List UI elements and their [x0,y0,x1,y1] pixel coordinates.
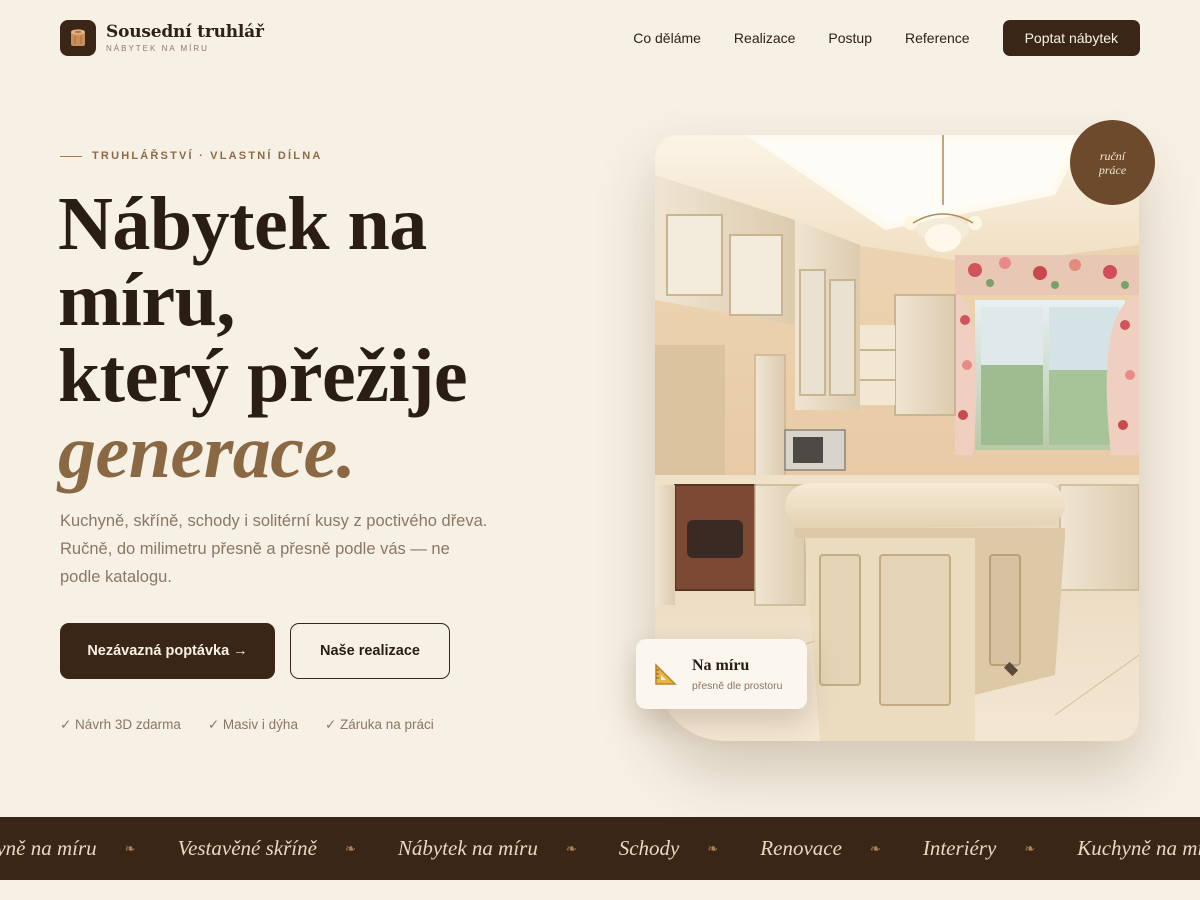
feature-item: ✓ Záruka na práci [324,717,434,732]
nav-link-postup[interactable]: Postup [828,30,872,46]
hero-lead: Kuchyně, skříně, schody i solitérní kusy… [60,512,488,586]
inquiry-button[interactable]: Nezávazná poptávka → [60,623,275,679]
triangle-ruler-icon [655,663,677,685]
nav-link-reference[interactable]: Reference [905,30,970,46]
made-to-measure-card: Na míru přesně dle prostoru [636,639,807,709]
wood-log-icon [60,20,96,56]
marquee-item: Nábytek na míru [397,836,538,860]
feature-item: ✓ Masiv i dýha [207,717,298,732]
marquee-item: Interiéry [922,836,997,860]
hero-title-line-2: míru, [58,258,235,342]
hero-title: Nábytek na míru, který přežije generace. [58,182,468,494]
main-nav: Co děláme Realizace Postup Reference Pop… [633,20,1140,56]
eyebrow-text: TRUHLÁŘSTVÍ · VLASTNÍ DÍLNA [92,150,323,162]
leaf-separator-icon: ❧ [707,840,719,856]
nav-link-co-delame[interactable]: Co děláme [633,30,701,46]
hero-title-accent: generace. [58,410,356,494]
marquee-track: Kuchyně na míru ❧ Vestavěné skříně ❧ Náb… [0,817,1200,880]
brand-name: Sousední truhlář [106,22,264,42]
feature-item: ✓ Návrh 3D zdarma [60,717,181,732]
hero-title-line-3: který přežije [58,334,468,418]
hero-eyebrow: TRUHLÁŘSTVÍ · VLASTNÍ DÍLNA [60,150,323,162]
marquee-item: Kuchyně na míru [0,836,97,860]
leaf-separator-icon: ❧ [565,840,577,856]
nav-link-realizace[interactable]: Realizace [734,30,795,46]
feature-list: ✓ Návrh 3D zdarma ✓ Masiv i dýha ✓ Záruk… [60,717,434,733]
badge-line-2: práce [1098,162,1127,177]
leaf-separator-icon: ❧ [124,840,136,856]
leaf-separator-icon: ❧ [1024,840,1036,856]
eyebrow-divider [60,155,82,157]
marquee-item: Renovace [760,836,842,860]
brand[interactable]: Sousední truhlář NÁBYTEK NA MÍRU [60,20,264,56]
marquee-item: Kuchyně na míru [1077,836,1200,860]
leaf-separator-icon: ❧ [869,840,881,856]
services-marquee: Kuchyně na míru ❧ Vestavěné skříně ❧ Náb… [0,817,1200,880]
badge-line-1: ruční [1099,148,1126,163]
card-title: Na míru [692,657,750,674]
handmade-badge: ruční práce [1070,120,1155,205]
site-header: Sousední truhlář NÁBYTEK NA MÍRU Co dělá… [60,19,1140,57]
hero-title-line-1: Nábytek na [58,182,427,266]
leaf-separator-icon: ❧ [344,840,356,856]
marquee-item: Schody [618,836,680,860]
marquee-item: Vestavěné skříně [177,836,317,860]
realizations-button[interactable]: Naše realizace [290,623,450,679]
request-furniture-button[interactable]: Poptat nábytek [1002,20,1140,56]
brand-tagline: NÁBYTEK NA MÍRU [106,44,209,53]
card-subtitle: přesně dle prostoru [692,680,783,692]
